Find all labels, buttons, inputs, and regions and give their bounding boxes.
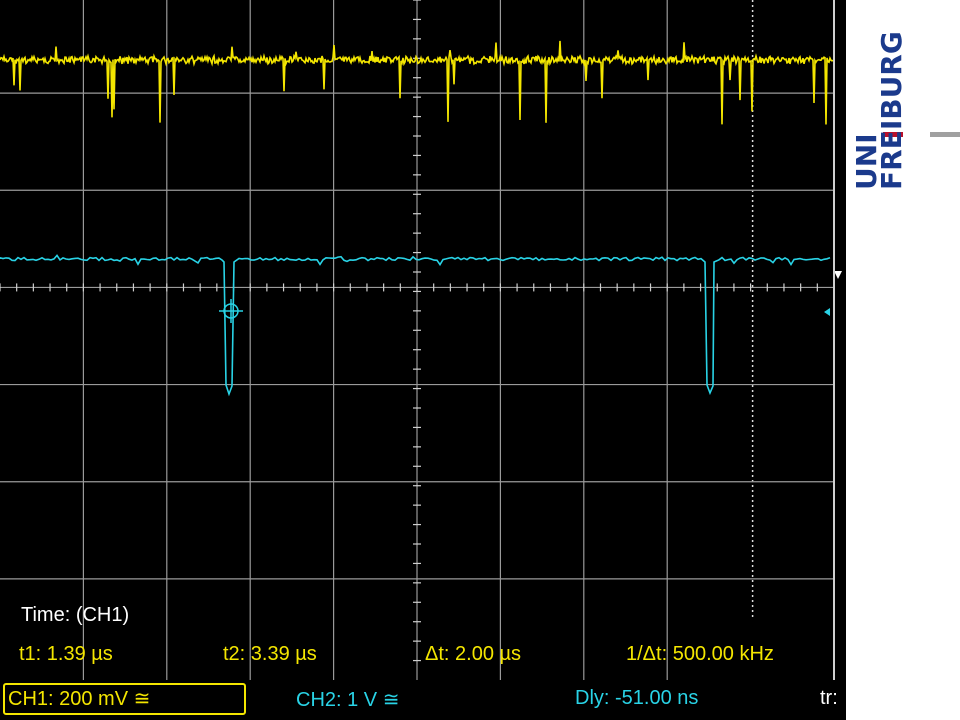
ch1-scale-button[interactable]: CH1: 200 mV ≅: [3, 683, 246, 715]
graticule: [0, 0, 834, 680]
trigger-level-marker[interactable]: [834, 271, 842, 279]
cursor-marker[interactable]: [219, 299, 243, 323]
measurement-t2: t2: 3.39 µs: [223, 643, 317, 665]
status-bar: CH1: 200 mV ≅ CH2: 1 V ≅ Dly: -51.00 ns …: [0, 680, 846, 720]
measurement-dt: Δt: 2.00 µs: [425, 643, 521, 665]
measurement-inv-dt: 1/Δt: 500.00 kHz: [626, 643, 774, 665]
ch2-offset-marker[interactable]: [824, 308, 830, 316]
delay-readout[interactable]: Dly: -51.00 ns: [575, 687, 698, 710]
waveform-screen: Time: (CH1) t1: 1.39 µs t2: 3.39 µs Δt: …: [0, 0, 842, 680]
ch2-trace: [0, 254, 831, 397]
measurement-t1: t1: 1.39 µs: [19, 643, 113, 665]
uni-freiburg-logo: UNI FREIBURG: [850, 31, 960, 190]
trigger-readout[interactable]: tr:: [820, 687, 838, 710]
oscilloscope-display: Time: (CH1) t1: 1.39 µs t2: 3.39 µs Δt: …: [0, 0, 846, 720]
measurement-title: Time: (CH1): [21, 604, 129, 626]
logo-text-freiburg: FREIBURG: [875, 31, 908, 190]
ch2-scale-button[interactable]: CH2: 1 V ≅: [296, 687, 399, 712]
